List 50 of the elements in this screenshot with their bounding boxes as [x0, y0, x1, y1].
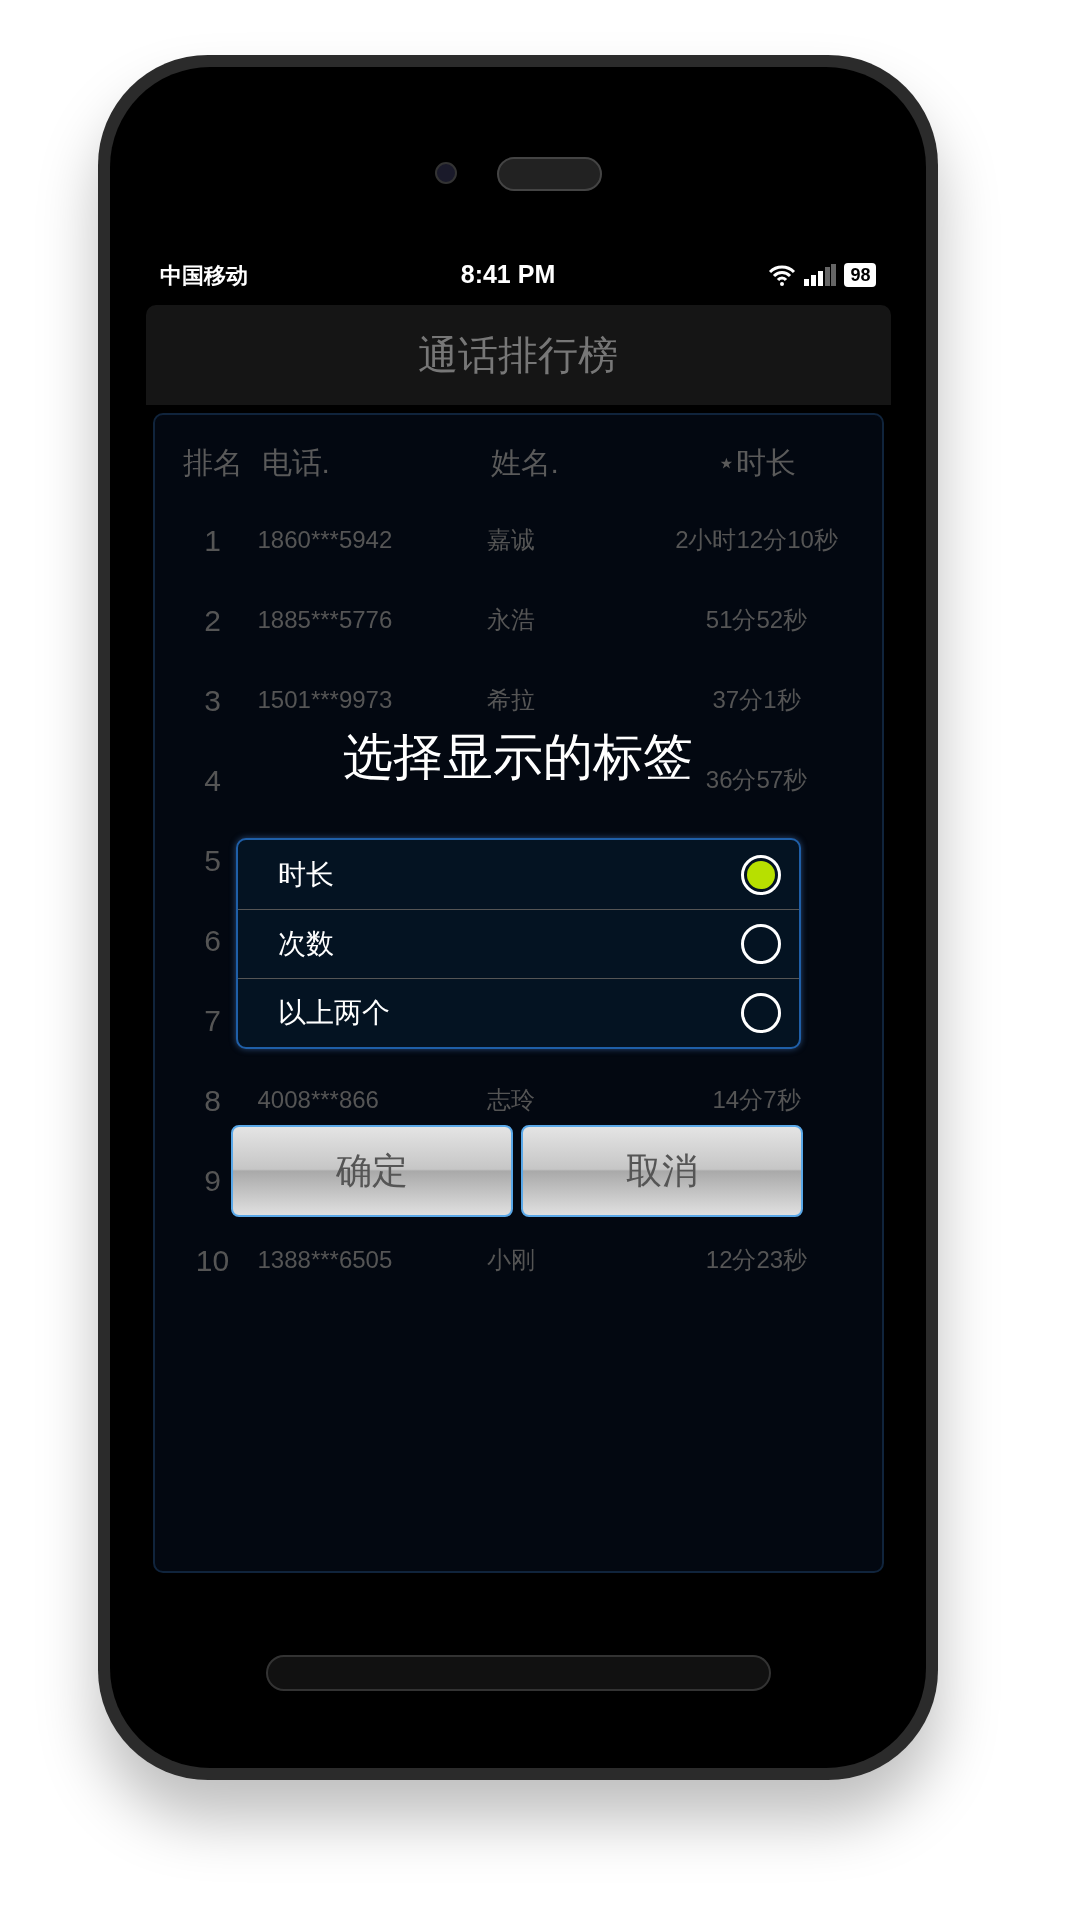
rank-cell-text: 2	[203, 602, 222, 639]
duration-cell-text: 12分23秒	[704, 1245, 809, 1275]
name-cell-text: 志玲	[486, 1085, 536, 1115]
status-time: 8:41 PM	[460, 259, 556, 291]
phone-cell-text: 1388***6505	[257, 1245, 394, 1275]
rank-cell-text: 3	[203, 682, 222, 719]
name-cell-text: 嘉诚	[486, 525, 536, 555]
rank-cell-text: 9	[203, 1162, 222, 1199]
phone-cell-text: 1860***5942	[257, 525, 394, 555]
phone-cell-text: 1885***5776	[257, 605, 394, 635]
option-row[interactable]: 次数	[237, 909, 799, 978]
phone-cell-text: 1501***9973	[257, 685, 394, 715]
option-row[interactable]: 时长	[237, 840, 799, 909]
radio-button[interactable]	[740, 924, 781, 964]
name-cell-text: 希拉	[486, 685, 536, 715]
duration-cell-text: 51分52秒	[704, 605, 809, 635]
dialog-title: 选择显示的标签	[343, 728, 693, 787]
option-label: 以上两个	[277, 996, 390, 1030]
wifi-icon	[768, 264, 797, 286]
rank-cell-text: 5	[203, 842, 222, 879]
phone-cell-text: 4008***866	[257, 1085, 380, 1115]
duration-cell-text: 37分1秒	[711, 685, 802, 715]
column-header: ⋆时长	[716, 444, 797, 481]
rank-cell-text: 8	[203, 1082, 222, 1119]
option-row[interactable]: 以上两个	[237, 978, 799, 1047]
name-cell-text: 永浩	[486, 605, 536, 635]
name-cell-text: 小刚	[486, 1245, 536, 1275]
option-label: 时长	[277, 857, 334, 892]
duration-cell-text: 36分57秒	[704, 765, 809, 795]
rank-cell-text: 1	[203, 522, 222, 559]
column-header: 排名	[181, 444, 244, 481]
carrier-name: 中国移动	[159, 261, 248, 290]
speaker-icon	[496, 157, 602, 191]
rank-cell-text: 6	[203, 922, 222, 959]
confirm-button[interactable]: 确定	[230, 1125, 513, 1217]
column-header: 姓名.	[489, 444, 560, 481]
column-header: 电话.	[260, 444, 331, 481]
cancel-button[interactable]: 取消	[520, 1125, 803, 1217]
battery-level: 98	[844, 263, 877, 287]
duration-cell-text: 14分7秒	[711, 1085, 802, 1115]
radio-button[interactable]	[740, 993, 781, 1033]
radio-button[interactable]	[740, 854, 781, 895]
rank-cell-text: 7	[203, 1002, 222, 1039]
signal-icon	[804, 264, 837, 286]
duration-cell-text: 2小时12分10秒	[674, 525, 839, 555]
camera-icon	[434, 162, 457, 184]
page-title: 通话排行榜	[418, 332, 618, 379]
option-label: 次数	[277, 927, 334, 961]
rank-cell-text: 4	[203, 762, 222, 799]
rank-cell-text: 10	[194, 1242, 231, 1279]
